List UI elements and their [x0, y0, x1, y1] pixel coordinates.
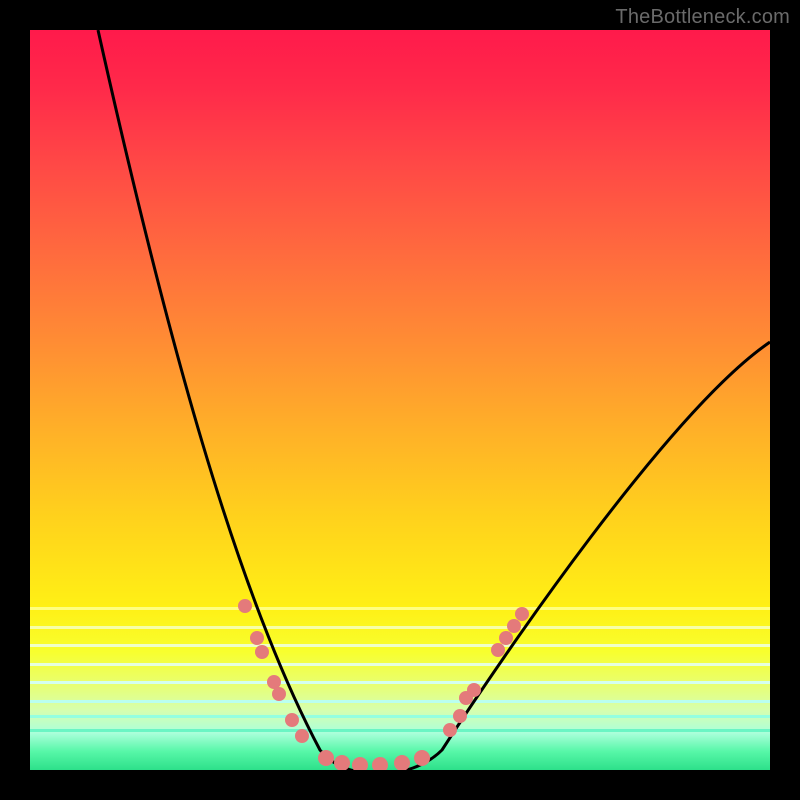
chart-marker: [467, 683, 481, 697]
chart-marker: [372, 757, 388, 770]
chart-marker: [267, 675, 281, 689]
chart-marker: [491, 643, 505, 657]
chart-marker: [250, 631, 264, 645]
bottleneck-curve: [98, 30, 770, 770]
chart-marker: [295, 729, 309, 743]
chart-frame: [30, 30, 770, 770]
chart-marker: [515, 607, 529, 621]
chart-marker: [255, 645, 269, 659]
chart-marker: [443, 723, 457, 737]
chart-marker: [318, 750, 334, 766]
chart-marker: [499, 631, 513, 645]
chart-svg: [30, 30, 770, 770]
chart-marker: [334, 755, 350, 770]
chart-marker: [414, 750, 430, 766]
chart-marker: [352, 757, 368, 770]
chart-marker: [507, 619, 521, 633]
chart-marker: [285, 713, 299, 727]
chart-marker: [272, 687, 286, 701]
chart-marker: [453, 709, 467, 723]
chart-marker: [394, 755, 410, 770]
watermark-text: TheBottleneck.com: [615, 6, 790, 29]
chart-marker: [238, 599, 252, 613]
